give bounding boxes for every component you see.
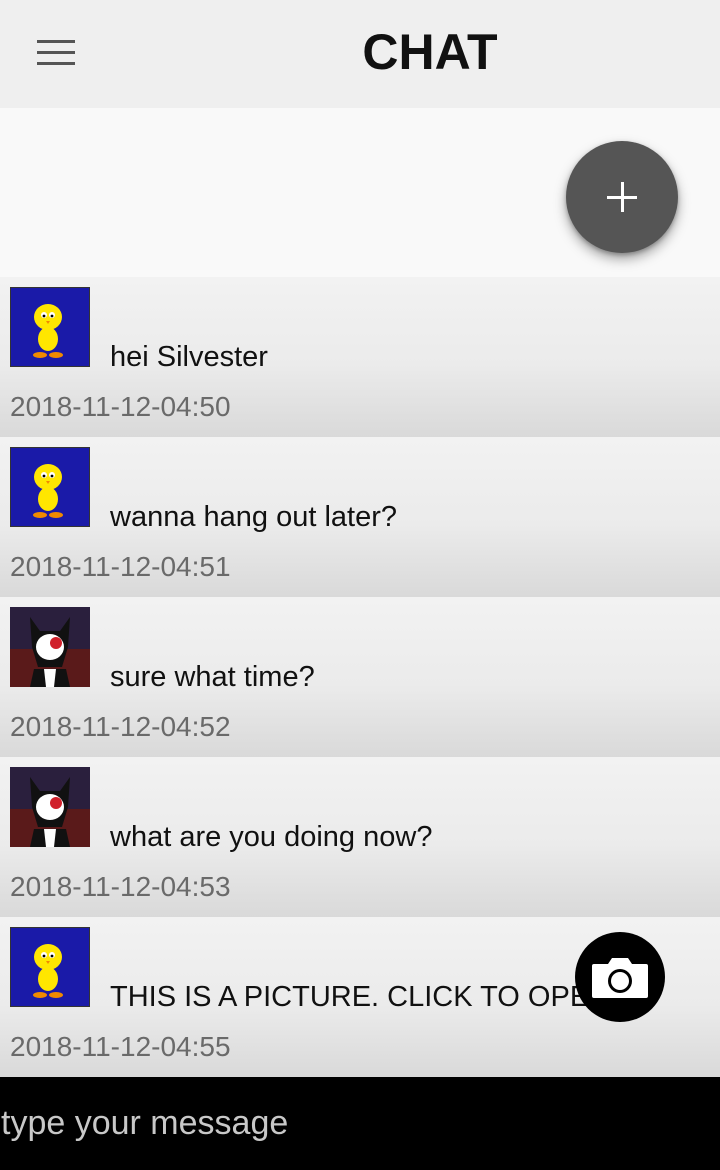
message-item[interactable]: what are you doing now? 2018-11-12-04:53 [0,757,720,917]
message-timestamp: 2018-11-12-04:52 [10,711,231,742]
message-text: what are you doing now? [110,821,433,853]
avatar-tweety [10,287,90,367]
page-title: CHAT [362,24,498,80]
message-text: THIS IS A PICTURE. CLICK TO OPEN [110,981,611,1013]
hamburger-menu-icon[interactable] [37,40,75,66]
app-bar: CHAT [0,0,720,108]
camera-icon [592,958,648,998]
message-timestamp: 2018-11-12-04:51 [10,551,231,582]
message-text: hei Silvester [110,341,268,373]
camera-button[interactable] [575,932,665,1022]
message-item[interactable]: wanna hang out later? 2018-11-12-04:51 [0,437,720,597]
avatar-sylvester [10,607,90,687]
message-timestamp: 2018-11-12-04:55 [10,1031,231,1062]
message-timestamp: 2018-11-12-04:53 [10,871,231,902]
message-text: wanna hang out later? [110,501,397,533]
message-item[interactable]: sure what time? 2018-11-12-04:52 [0,597,720,757]
avatar-tweety [10,447,90,527]
avatar-sylvester [10,767,90,847]
avatar-tweety [10,927,90,1007]
message-timestamp: 2018-11-12-04:50 [10,391,231,422]
message-composer [0,1077,720,1170]
message-input[interactable] [0,1077,720,1170]
plus-icon [607,182,637,212]
message-item[interactable]: hei Silvester 2018-11-12-04:50 [0,277,720,437]
message-text: sure what time? [110,661,315,693]
add-button[interactable] [566,141,678,253]
